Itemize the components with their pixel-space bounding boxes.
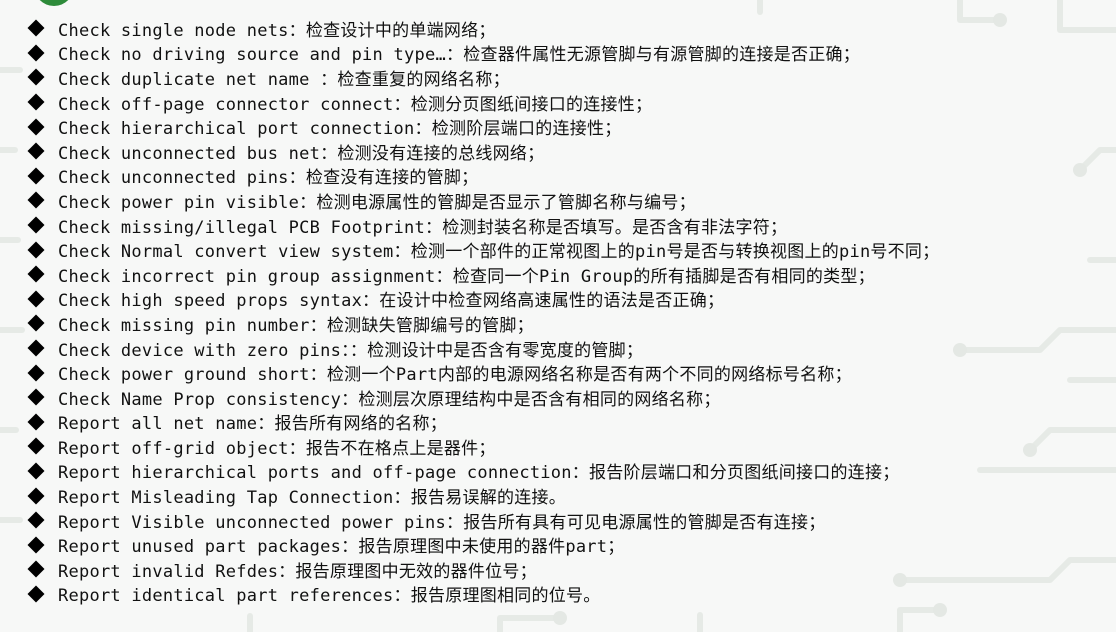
list-item-text: Check power ground short：检测一个Part内部的电源网络…: [58, 365, 852, 386]
diamond-bullet-icon: [27, 314, 45, 332]
diamond-bullet-icon: [27, 437, 45, 455]
list-item: Check missing pin number：检测缺失管脚编号的管脚；: [26, 311, 939, 336]
list-item: Report Misleading Tap Connection：报告易误解的连…: [26, 483, 939, 508]
list-item-text: Check incorrect pin group assignment：检查同…: [58, 266, 875, 287]
diamond-bullet-icon: [27, 44, 45, 62]
list-item-text: Report Visible unconnected power pins：报告…: [58, 512, 826, 533]
diamond-bullet-icon: [27, 93, 45, 111]
list-item: Check missing/illegal PCB Footprint：检测封装…: [26, 213, 939, 238]
list-item-text: Check duplicate net name ：检查重复的网络名称；: [58, 69, 510, 90]
list-item-text: Check no driving source and pin type…：检查…: [58, 45, 860, 66]
list-item-text: Report all net name：报告所有网络的名称；: [58, 414, 447, 435]
list-item: Check device with zero pins：：检测设计中是否含有零宽…: [26, 336, 939, 361]
list-item: Report unused part packages：报告原理图中未使用的器件…: [26, 532, 939, 557]
list-item: Report Visible unconnected power pins：报告…: [26, 508, 939, 533]
list-item: Report off-grid object：报告不在格点上是器件；: [26, 434, 939, 459]
diamond-bullet-icon: [27, 290, 45, 308]
diamond-bullet-icon: [27, 167, 45, 185]
list-item: Report invalid Refdes：报告原理图中无效的器件位号；: [26, 557, 939, 582]
list-item-text: Check off-page connector connect：检测分页图纸间…: [58, 94, 653, 115]
diamond-bullet-icon: [27, 462, 45, 480]
list-item: Check unconnected bus net：检测没有连接的总线网络；: [26, 139, 939, 164]
list-item-text: Report hierarchical ports and off-page c…: [58, 463, 900, 484]
diamond-bullet-icon: [27, 585, 45, 603]
list-item: Check no driving source and pin type…：检查…: [26, 41, 939, 66]
diamond-bullet-icon: [27, 118, 45, 136]
list-item-text: Check high speed props syntax：在设计中检查网络高速…: [58, 291, 725, 312]
diamond-bullet-icon: [27, 19, 45, 37]
list-item: Check unconnected pins：检查没有连接的管脚；: [26, 164, 939, 189]
diamond-bullet-icon: [27, 265, 45, 283]
drc-options-list: Check single node nets：检查设计中的单端网络； Check…: [26, 16, 939, 606]
diamond-bullet-icon: [27, 536, 45, 554]
diamond-bullet-icon: [27, 241, 45, 259]
list-item-text: Check device with zero pins：：检测设计中是否含有零宽…: [58, 340, 644, 361]
list-item: Check power pin visible：检测电源属性的管脚是否显示了管脚…: [26, 188, 939, 213]
diamond-bullet-icon: [27, 339, 45, 357]
list-item-text: Report identical part references：报告原理图相同…: [58, 586, 601, 607]
list-item: Check duplicate net name ：检查重复的网络名称；: [26, 65, 939, 90]
diamond-bullet-icon: [27, 142, 45, 160]
list-item: Report hierarchical ports and off-page c…: [26, 459, 939, 484]
list-item-text: Check missing pin number：检测缺失管脚编号的管脚；: [58, 315, 534, 336]
diamond-bullet-icon: [27, 216, 45, 234]
list-item-text: Check missing/illegal PCB Footprint：检测封装…: [58, 217, 788, 238]
list-item: Check hierarchical port connection：检测阶层端…: [26, 114, 939, 139]
list-item: Report identical part references：报告原理图相同…: [26, 582, 939, 607]
diamond-bullet-icon: [27, 364, 45, 382]
diamond-bullet-icon: [27, 68, 45, 86]
list-item: Check incorrect pin group assignment：检查同…: [26, 262, 939, 287]
list-item: Report all net name：报告所有网络的名称；: [26, 410, 939, 435]
list-item-text: Report Misleading Tap Connection：报告易误解的连…: [58, 488, 567, 509]
list-item: Check high speed props syntax：在设计中检查网络高速…: [26, 287, 939, 312]
list-item: Check Name Prop consistency：检测层次原理结构中是否含…: [26, 385, 939, 410]
list-item: Check power ground short：检测一个Part内部的电源网络…: [26, 360, 939, 385]
list-item-text: Report invalid Refdes：报告原理图中无效的器件位号；: [58, 561, 537, 582]
list-item-text: Report off-grid object：报告不在格点上是器件；: [58, 438, 496, 459]
diamond-bullet-icon: [27, 388, 45, 406]
diamond-bullet-icon: [27, 511, 45, 529]
list-item-text: Check Normal convert view system：检测一个部件的…: [58, 242, 940, 263]
list-item-text: Check unconnected bus net：检测没有连接的总线网络；: [58, 143, 545, 164]
diamond-bullet-icon: [27, 560, 45, 578]
list-item: Check Normal convert view system：检测一个部件的…: [26, 237, 939, 262]
diamond-bullet-icon: [27, 413, 45, 431]
list-item-text: Check single node nets：检查设计中的单端网络；: [58, 20, 496, 41]
list-item: Check off-page connector connect：检测分页图纸间…: [26, 90, 939, 115]
list-item: Check single node nets：检查设计中的单端网络；: [26, 16, 939, 41]
list-item-text: Check power pin visible：检测电源属性的管脚是否显示了管脚…: [58, 192, 696, 213]
diamond-bullet-icon: [27, 487, 45, 505]
diamond-bullet-icon: [27, 191, 45, 209]
list-item-text: Report unused part packages：报告原理图中未使用的器件…: [58, 537, 625, 558]
list-item-text: Check unconnected pins：检查没有连接的管脚；: [58, 168, 479, 189]
list-item-text: Check Name Prop consistency：检测层次原理结构中是否含…: [58, 389, 721, 410]
list-item-text: Check hierarchical port connection：检测阶层端…: [58, 119, 622, 140]
